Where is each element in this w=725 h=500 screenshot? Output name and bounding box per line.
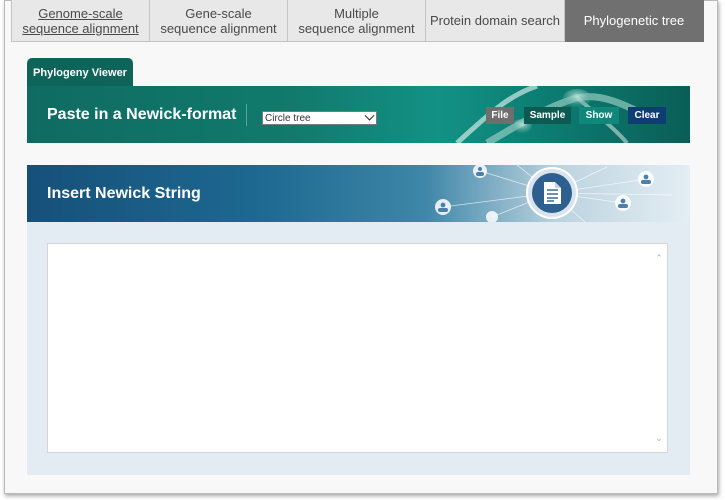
insert-newick-banner: Insert Newick String [27, 165, 690, 222]
tab-gene-scale-label: Gene-scale sequence alignment [160, 5, 277, 36]
tab-multiple-label: Multiple sequence alignment [298, 5, 415, 36]
show-button[interactable]: Show [579, 107, 619, 124]
tab-protein-domain-label: Protein domain search [429, 13, 561, 28]
tree-type-selected: Circle tree [265, 113, 311, 124]
tab-multiple-alignment[interactable]: Multiple sequence alignment [288, 0, 426, 42]
tab-gene-scale-alignment[interactable]: Gene-scale sequence alignment [150, 0, 288, 42]
title-divider [246, 104, 247, 126]
scroll-up-arrow-icon[interactable]: ⌃ [655, 254, 663, 263]
newick-string-textarea[interactable]: ⌃ ⌄ [47, 243, 668, 453]
tab-protein-domain-search[interactable]: Protein domain search [426, 0, 565, 42]
tool-tabs: Genome-scale sequence alignment Gene-sca… [11, 0, 704, 43]
tree-type-select[interactable]: Circle tree [262, 110, 377, 125]
newick-input-area: ⌃ ⌄ [27, 222, 690, 475]
chevron-down-icon [364, 110, 375, 121]
tab-phylogenetic-label: Phylogenetic tree [583, 13, 685, 28]
phylogeny-viewer-tab[interactable]: Phylogeny Viewer [27, 58, 133, 87]
file-button[interactable]: File [486, 107, 514, 124]
clear-button[interactable]: Clear [628, 107, 666, 124]
tab-genome-scale-label: Genome-scale sequence alignment [22, 5, 139, 36]
phylogeny-viewer-label: Phylogeny Viewer [33, 66, 127, 79]
paste-newick-title: Paste in a Newick-format [47, 106, 237, 123]
sample-button[interactable]: Sample [524, 107, 571, 124]
scroll-down-arrow-icon[interactable]: ⌄ [655, 434, 663, 443]
insert-newick-title: Insert Newick String [47, 185, 201, 202]
tab-phylogenetic-tree[interactable]: Phylogenetic tree [565, 0, 704, 42]
network-document-image [435, 165, 673, 222]
newick-input-banner: Paste in a Newick-format Circle tree Fil… [27, 86, 690, 143]
tab-genome-scale-alignment[interactable]: Genome-scale sequence alignment [11, 0, 150, 42]
